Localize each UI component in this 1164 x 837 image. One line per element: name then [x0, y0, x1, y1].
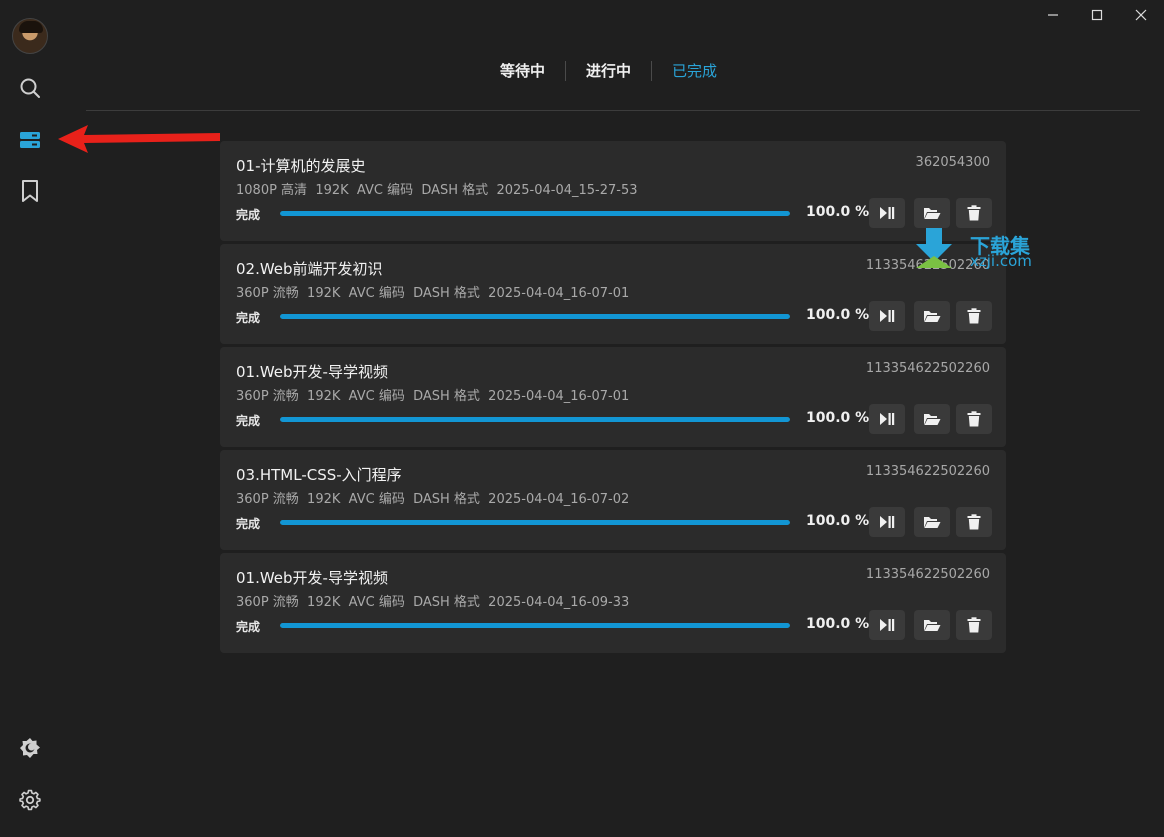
tabs-divider-line [86, 110, 1140, 111]
task-id: 113354622502260 [865, 361, 990, 376]
folder-open-icon [924, 414, 941, 425]
progress-percent: 100.0 % [806, 410, 870, 426]
maximize-button[interactable] [1082, 4, 1112, 26]
settings-button[interactable] [14, 784, 46, 816]
task-title: 01-计算机的发展史 [236, 157, 366, 175]
progress-percent: 100.0 % [806, 513, 870, 529]
tab-waiting[interactable]: 等待中 [480, 60, 565, 82]
task-title: 01.Web开发-导学视频 [236, 569, 388, 587]
task-id: 113354622502260 [865, 567, 990, 582]
search-button[interactable] [14, 72, 46, 104]
progress-fill [280, 417, 790, 422]
theme-toggle-button[interactable] [14, 732, 46, 764]
task-card: 01-计算机的发展史 362054300 1080P 高清 192K AVC 编… [220, 141, 1006, 241]
task-id: 113354622502260 [865, 464, 990, 479]
task-card: 03.HTML-CSS-入门程序 113354622502260 360P 流畅… [220, 450, 1006, 550]
delete-button[interactable] [956, 610, 992, 640]
play-pause-button[interactable] [869, 301, 905, 331]
folder-open-icon [924, 311, 941, 322]
progress-fill [280, 211, 790, 216]
task-title: 02.Web前端开发初识 [236, 260, 383, 278]
progress-fill [280, 520, 790, 525]
progress-percent: 100.0 % [806, 204, 870, 220]
play-pause-button[interactable] [869, 610, 905, 640]
task-meta: 360P 流畅 192K AVC 编码 DASH 格式 2025-04-04_1… [236, 389, 630, 404]
folder-open-icon [924, 208, 941, 219]
progress-bar [280, 211, 790, 216]
task-meta: 360P 流畅 192K AVC 编码 DASH 格式 2025-04-04_1… [236, 595, 630, 610]
open-folder-button[interactable] [914, 198, 950, 228]
progress-bar [280, 623, 790, 628]
theme-icon [20, 738, 40, 758]
task-list: 01-计算机的发展史 362054300 1080P 高清 192K AVC 编… [220, 141, 1006, 656]
play-pause-button[interactable] [869, 198, 905, 228]
progress-fill [280, 314, 790, 319]
progress-percent: 100.0 % [806, 307, 870, 323]
open-folder-button[interactable] [914, 610, 950, 640]
search-icon [20, 78, 40, 98]
delete-button[interactable] [956, 507, 992, 537]
task-card: 02.Web前端开发初识 113354622502260 360P 流畅 192… [220, 244, 1006, 344]
downloads-icon [20, 132, 40, 148]
task-status: 完成 [236, 208, 261, 222]
progress-bar [280, 520, 790, 525]
folder-open-icon [924, 517, 941, 528]
bookmarks-nav-button[interactable] [14, 175, 46, 207]
annotation-arrow [58, 125, 220, 153]
task-id: 362054300 [915, 155, 990, 170]
open-folder-button[interactable] [914, 507, 950, 537]
play-pause-button[interactable] [869, 404, 905, 434]
download-arrow-logo-icon [916, 228, 952, 268]
tab-completed[interactable]: 已完成 [652, 60, 737, 82]
trash-icon [967, 308, 981, 324]
task-title: 03.HTML-CSS-入门程序 [236, 466, 402, 484]
play-pause-icon [880, 619, 895, 631]
progress-percent: 100.0 % [806, 616, 870, 632]
open-folder-button[interactable] [914, 404, 950, 434]
minimize-button[interactable] [1038, 4, 1068, 26]
progress-bar [280, 417, 790, 422]
task-status: 完成 [236, 311, 261, 325]
delete-button[interactable] [956, 404, 992, 434]
tab-in-progress[interactable]: 进行中 [566, 60, 651, 82]
bookmark-icon [22, 180, 38, 202]
close-button[interactable] [1126, 4, 1156, 26]
folder-open-icon [924, 620, 941, 631]
play-pause-button[interactable] [869, 507, 905, 537]
trash-icon [967, 514, 981, 530]
delete-button[interactable] [956, 198, 992, 228]
trash-icon [967, 617, 981, 633]
delete-button[interactable] [956, 301, 992, 331]
downloads-nav-button[interactable] [14, 124, 46, 156]
watermark-domain: xzji.com [970, 252, 1032, 270]
task-title: 01.Web开发-导学视频 [236, 363, 388, 381]
task-status: 完成 [236, 517, 261, 531]
play-pause-icon [880, 413, 895, 425]
trash-icon [967, 411, 981, 427]
open-folder-button[interactable] [914, 301, 950, 331]
maximize-icon [1091, 9, 1103, 21]
progress-fill [280, 623, 790, 628]
task-card: 01.Web开发-导学视频 113354622502260 360P 流畅 19… [220, 347, 1006, 447]
task-card: 01.Web开发-导学视频 113354622502260 360P 流畅 19… [220, 553, 1006, 653]
sidebar [0, 0, 60, 837]
close-icon [1135, 9, 1147, 21]
play-pause-icon [880, 516, 895, 528]
task-meta: 360P 流畅 192K AVC 编码 DASH 格式 2025-04-04_1… [236, 492, 630, 507]
trash-icon [967, 205, 981, 221]
task-meta: 1080P 高清 192K AVC 编码 DASH 格式 2025-04-04_… [236, 183, 638, 198]
play-pause-icon [880, 207, 895, 219]
avatar[interactable] [12, 18, 48, 54]
status-tabs: 等待中 进行中 已完成 [480, 58, 737, 84]
play-pause-icon [880, 310, 895, 322]
watermark-logo: 下载集 xzji.com [912, 226, 1052, 276]
task-status: 完成 [236, 620, 261, 634]
task-status: 完成 [236, 414, 261, 428]
task-meta: 360P 流畅 192K AVC 编码 DASH 格式 2025-04-04_1… [236, 286, 630, 301]
progress-bar [280, 314, 790, 319]
minimize-icon [1048, 14, 1058, 16]
gear-icon [19, 789, 41, 811]
